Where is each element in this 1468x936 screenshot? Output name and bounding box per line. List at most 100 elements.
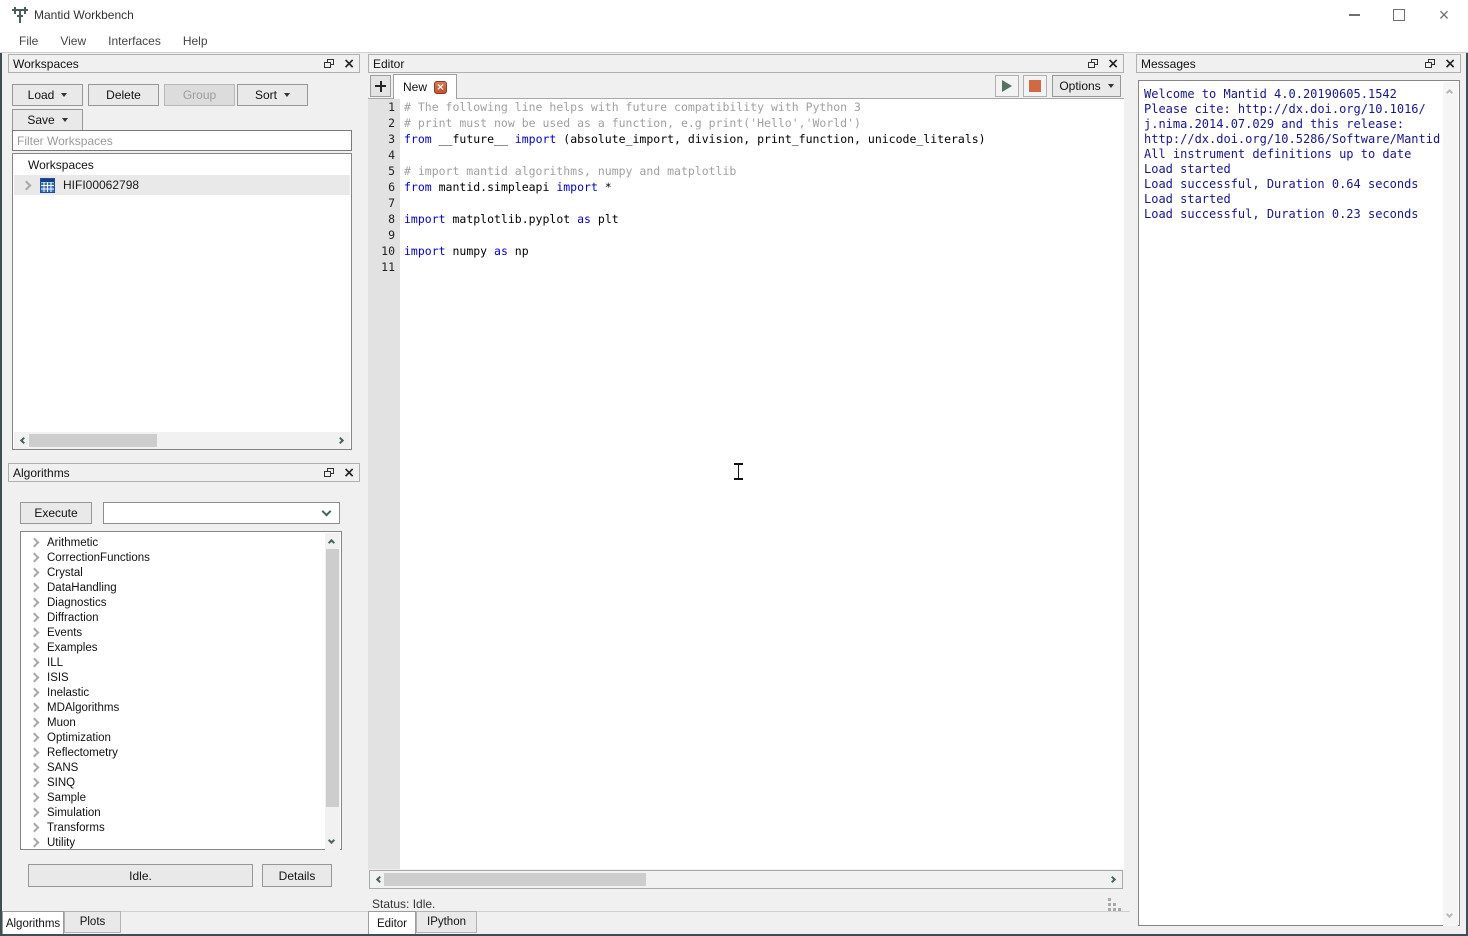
expand-chevron-icon[interactable] xyxy=(30,673,40,683)
save-button[interactable]: Save xyxy=(12,109,83,131)
workspaces-tree[interactable]: Workspaces HIFI00062798 xyxy=(12,153,352,450)
load-button[interactable]: Load xyxy=(12,84,83,106)
minimize-button[interactable] xyxy=(1332,0,1376,30)
menu-file[interactable]: File xyxy=(8,30,49,52)
expand-chevron-icon[interactable] xyxy=(30,703,40,713)
workspace-row-hifi00062798[interactable]: HIFI00062798 xyxy=(14,175,350,195)
scroll-down-icon[interactable] xyxy=(1446,911,1453,918)
scroll-right-icon[interactable] xyxy=(337,437,344,444)
sort-button[interactable]: Sort xyxy=(237,84,308,106)
code-line[interactable]: from mantid.simpleapi import * xyxy=(404,179,1120,195)
close-panel-icon[interactable]: × xyxy=(1444,57,1456,71)
run-script-button[interactable] xyxy=(995,75,1019,97)
algorithm-tree[interactable]: ArithmeticCorrectionFunctionsCrystalData… xyxy=(20,531,342,850)
details-button[interactable]: Details xyxy=(262,864,332,887)
scroll-down-icon[interactable] xyxy=(328,837,335,844)
group-button[interactable]: Group xyxy=(164,84,235,106)
expand-chevron-icon[interactable] xyxy=(22,180,32,190)
expand-chevron-icon[interactable] xyxy=(30,718,40,728)
tab-algorithms[interactable]: Algorithms xyxy=(2,911,64,936)
code-line[interactable] xyxy=(404,259,1120,275)
code-line[interactable]: from __future__ import (absolute_import,… xyxy=(404,131,1120,147)
algorithm-category-sample[interactable]: Sample xyxy=(21,790,321,805)
expand-chevron-icon[interactable] xyxy=(30,733,40,743)
options-button[interactable]: Options xyxy=(1052,75,1121,97)
algorithm-category-sinq[interactable]: SINQ xyxy=(21,775,321,790)
algorithm-category-datahandling[interactable]: DataHandling xyxy=(21,580,321,595)
algorithm-category-muon[interactable]: Muon xyxy=(21,715,321,730)
close-panel-icon[interactable]: × xyxy=(1107,57,1119,71)
execute-button[interactable]: Execute xyxy=(20,502,92,524)
algorithm-category-mdalgorithms[interactable]: MDAlgorithms xyxy=(21,700,321,715)
scroll-right-icon[interactable] xyxy=(1109,876,1116,883)
expand-chevron-icon[interactable] xyxy=(30,553,40,563)
abort-script-button[interactable] xyxy=(1023,75,1047,97)
expand-chevron-icon[interactable] xyxy=(30,748,40,758)
editor-tab-new[interactable]: New × xyxy=(393,74,457,99)
code-line[interactable] xyxy=(404,227,1120,243)
algorithm-category-ill[interactable]: ILL xyxy=(21,655,321,670)
algorithm-category-correctionfunctions[interactable]: CorrectionFunctions xyxy=(21,550,321,565)
float-panel-icon[interactable] xyxy=(324,468,334,477)
algorithm-category-diffraction[interactable]: Diffraction xyxy=(21,610,321,625)
maximize-button[interactable] xyxy=(1377,0,1421,30)
algorithm-category-events[interactable]: Events xyxy=(21,625,321,640)
algorithm-category-transforms[interactable]: Transforms xyxy=(21,820,321,835)
expand-chevron-icon[interactable] xyxy=(30,763,40,773)
expand-chevron-icon[interactable] xyxy=(30,538,40,548)
code-lines[interactable]: # The following line helps with future c… xyxy=(404,99,1120,275)
close-panel-icon[interactable]: × xyxy=(343,57,355,71)
expand-chevron-icon[interactable] xyxy=(30,808,40,818)
scroll-up-icon[interactable] xyxy=(328,539,335,546)
code-line[interactable] xyxy=(404,147,1120,163)
expand-chevron-icon[interactable] xyxy=(30,643,40,653)
scroll-left-icon[interactable] xyxy=(20,437,27,444)
tab-editor[interactable]: Editor xyxy=(368,911,416,936)
close-window-button[interactable]: × xyxy=(1422,0,1466,30)
expand-chevron-icon[interactable] xyxy=(30,778,40,788)
chevron-down-icon[interactable] xyxy=(322,507,332,517)
close-tab-icon[interactable]: × xyxy=(434,81,447,94)
code-line[interactable]: # The following line helps with future c… xyxy=(404,99,1120,115)
scroll-up-icon[interactable] xyxy=(1446,89,1453,96)
tab-ipython[interactable]: IPython xyxy=(416,911,477,933)
scroll-left-icon[interactable] xyxy=(376,876,383,883)
new-tab-button[interactable] xyxy=(370,75,391,97)
menu-interfaces[interactable]: Interfaces xyxy=(97,30,172,52)
expand-chevron-icon[interactable] xyxy=(30,628,40,638)
close-panel-icon[interactable]: × xyxy=(343,466,355,480)
tree-root-label[interactable]: Workspaces xyxy=(28,158,94,172)
algorithms-vscrollbar[interactable] xyxy=(325,533,340,850)
algorithm-category-reflectometry[interactable]: Reflectometry xyxy=(21,745,321,760)
expand-chevron-icon[interactable] xyxy=(30,568,40,578)
resize-grip[interactable] xyxy=(1108,898,1111,901)
scrollbar-thumb[interactable] xyxy=(326,549,339,807)
algorithm-category-diagnostics[interactable]: Diagnostics xyxy=(21,595,321,610)
float-panel-icon[interactable] xyxy=(1088,59,1098,68)
algorithm-search-combobox[interactable] xyxy=(103,502,340,524)
menu-view[interactable]: View xyxy=(49,30,97,52)
messages-vscrollbar[interactable] xyxy=(1443,82,1458,926)
algorithm-category-sans[interactable]: SANS xyxy=(21,760,321,775)
expand-chevron-icon[interactable] xyxy=(30,838,40,848)
scrollbar-thumb[interactable] xyxy=(384,873,646,886)
expand-chevron-icon[interactable] xyxy=(30,613,40,623)
expand-chevron-icon[interactable] xyxy=(30,598,40,608)
float-panel-icon[interactable] xyxy=(324,59,334,68)
code-line[interactable]: import numpy as np xyxy=(404,243,1120,259)
algorithm-category-arithmetic[interactable]: Arithmetic xyxy=(21,535,321,550)
float-panel-icon[interactable] xyxy=(1425,59,1435,68)
tab-plots[interactable]: Plots xyxy=(64,911,121,933)
expand-chevron-icon[interactable] xyxy=(30,823,40,833)
scrollbar-thumb[interactable] xyxy=(29,434,157,447)
expand-chevron-icon[interactable] xyxy=(30,688,40,698)
algorithm-category-simulation[interactable]: Simulation xyxy=(21,805,321,820)
algorithm-category-inelastic[interactable]: Inelastic xyxy=(21,685,321,700)
code-line[interactable] xyxy=(404,195,1120,211)
editor-hscrollbar[interactable] xyxy=(369,870,1123,889)
algorithm-category-utility[interactable]: Utility xyxy=(21,835,321,850)
algorithm-category-isis[interactable]: ISIS xyxy=(21,670,321,685)
delete-button[interactable]: Delete xyxy=(88,84,159,106)
code-line[interactable]: import matplotlib.pyplot as plt xyxy=(404,211,1120,227)
algorithm-category-examples[interactable]: Examples xyxy=(21,640,321,655)
